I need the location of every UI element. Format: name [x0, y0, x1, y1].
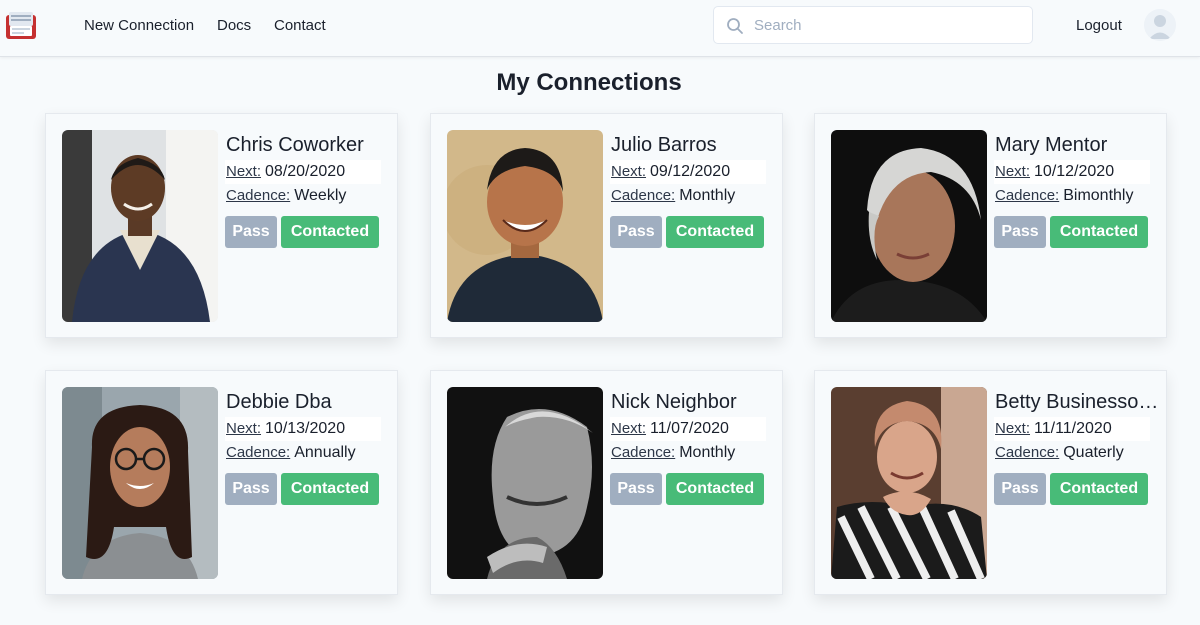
next-label: Next:: [611, 163, 647, 180]
connection-photo: [62, 130, 218, 322]
next-date-field[interactable]: Next: 10/12/2020: [994, 160, 1150, 184]
user-avatar[interactable]: [1144, 9, 1176, 41]
nav-new-connection-link[interactable]: New Connection: [84, 17, 194, 34]
contacted-button[interactable]: Contacted: [666, 473, 764, 505]
connection-name: Nick Neighbor: [611, 391, 737, 413]
cadence-value: Weekly: [294, 187, 347, 204]
connection-name: Mary Mentor: [995, 134, 1108, 156]
pass-button[interactable]: Pass: [994, 216, 1046, 248]
contacted-button[interactable]: Contacted: [666, 216, 764, 248]
next-date-value: 10/13/2020: [265, 420, 346, 437]
connection-card: Betty Businessowner Next:11/11/2020 Cade…: [814, 370, 1167, 595]
next-label: Next:: [995, 163, 1031, 180]
cadence-value: Annually: [294, 444, 356, 461]
next-date-value: 10/12/2020: [1034, 163, 1115, 180]
connection-photo: [62, 387, 218, 579]
connection-photo: [831, 130, 987, 322]
page-title: My Connections: [496, 69, 682, 96]
connection-name: Debbie Dba: [226, 391, 332, 413]
nav-docs-link[interactable]: Docs: [217, 17, 251, 34]
pass-button[interactable]: Pass: [225, 216, 277, 248]
cadence-label: Cadence:: [611, 444, 676, 461]
pass-button[interactable]: Pass: [994, 473, 1046, 505]
cadence-row: Cadence: Weekly: [226, 187, 346, 205]
cadence-row: Cadence: Annually: [226, 444, 356, 462]
search-icon: [727, 18, 743, 34]
cadence-label: Cadence:: [226, 187, 291, 204]
cadence-row: Cadence: Quaterly: [995, 444, 1124, 462]
logo-icon[interactable]: [5, 10, 37, 42]
connection-card: Debbie Dba Next: 10/13/2020 Cadence: Annua…: [45, 370, 398, 595]
next-label: Next:: [226, 420, 262, 437]
next-date-field[interactable]: Next: 10/13/2020: [225, 417, 381, 441]
next-label: Next:: [995, 420, 1031, 437]
connection-photo: [447, 130, 603, 322]
cadence-label: Cadence:: [226, 444, 291, 461]
search-box: [713, 6, 1033, 44]
connection-photo: [831, 387, 987, 579]
next-date-field[interactable]: Next: 11/11/2020: [994, 417, 1150, 441]
connection-name: Julio Barros: [611, 134, 717, 156]
contacted-button[interactable]: Contacted: [281, 473, 379, 505]
next-date-value: 11/07/2020: [650, 420, 729, 437]
next-label: Next:: [226, 163, 262, 180]
next-date-field[interactable]: Next: 11/07/2020: [610, 417, 766, 441]
search-input[interactable]: [754, 13, 1024, 37]
connection-photo: [447, 387, 603, 579]
cadence-row: Cadence: Bimonthly: [995, 187, 1133, 205]
pass-button[interactable]: Pass: [610, 216, 662, 248]
connection-card: Mary Mentor Next: 10/12/2020 Cadence: Bimo…: [814, 113, 1167, 338]
next-date-value: 09/12/2020: [650, 163, 731, 180]
connection-name: Betty Businessowner: [995, 391, 1160, 413]
contacted-button[interactable]: Contacted: [281, 216, 379, 248]
logout-link[interactable]: Logout: [1076, 17, 1122, 34]
connection-card: Julio Barros Next: 09/12/2020 Cadence: Mon…: [430, 113, 783, 338]
nav-contact-link[interactable]: Contact: [274, 17, 326, 34]
connection-card: Chris Coworker Next: 08/20/2020 Cadence: W…: [45, 113, 398, 338]
pass-button[interactable]: Pass: [610, 473, 662, 505]
cadence-value: Monthly: [679, 444, 736, 461]
cadence-label: Cadence:: [611, 187, 676, 204]
next-date-field[interactable]: Next: 09/12/2020: [610, 160, 766, 184]
cadence-value: Quaterly: [1063, 444, 1124, 461]
next-date-field[interactable]: Next: 08/20/2020: [225, 160, 381, 184]
pass-button[interactable]: Pass: [225, 473, 277, 505]
connection-card: Nick Neighbor Next: 11/07/2020 Cadence: Mo…: [430, 370, 783, 595]
cadence-label: Cadence:: [995, 187, 1060, 204]
cadence-row: Cadence: Monthly: [611, 187, 735, 205]
next-date-value: 08/20/2020: [265, 163, 346, 180]
user-avatar-icon: [1144, 9, 1176, 41]
contacted-button[interactable]: Contacted: [1050, 473, 1148, 505]
cadence-row: Cadence: Monthly: [611, 444, 735, 462]
connection-name: Chris Coworker: [226, 134, 364, 156]
cadence-label: Cadence:: [995, 444, 1060, 461]
next-date-value: 11/11/2020: [1034, 420, 1112, 437]
cadence-value: Monthly: [679, 187, 736, 204]
top-navbar: New Connection Docs Contact Logout: [0, 0, 1200, 57]
contacted-button[interactable]: Contacted: [1050, 216, 1148, 248]
cadence-value: Bimonthly: [1063, 187, 1134, 204]
next-label: Next:: [611, 420, 647, 437]
